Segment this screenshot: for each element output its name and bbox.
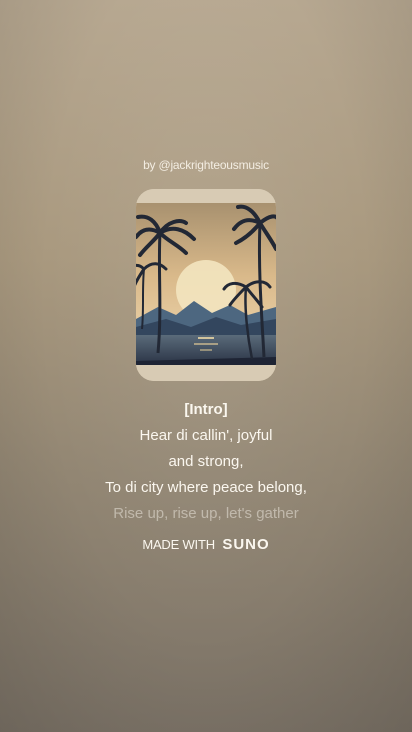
lyrics-section-heading: [Intro] <box>184 401 228 418</box>
lyrics-line: Rise up, rise up, let's gather <box>113 505 299 522</box>
made-with-suno-link[interactable]: MADE WITH SUNO <box>0 536 412 553</box>
lyrics-panel: [Intro] Hear di callin', joyful and stro… <box>0 397 412 527</box>
suno-logo: SUNO <box>222 536 270 553</box>
made-with-label: MADE WITH <box>142 537 215 552</box>
artist-credit[interactable]: by @jackrighteousmusic <box>0 158 412 172</box>
sunset-palm-artwork-icon <box>136 189 276 381</box>
lyrics-line: To di city where peace belong, <box>105 479 307 496</box>
cover-art <box>136 189 276 381</box>
lyrics-line: Hear di callin', joyful <box>139 427 273 444</box>
lyrics-line: and strong, <box>168 453 244 470</box>
